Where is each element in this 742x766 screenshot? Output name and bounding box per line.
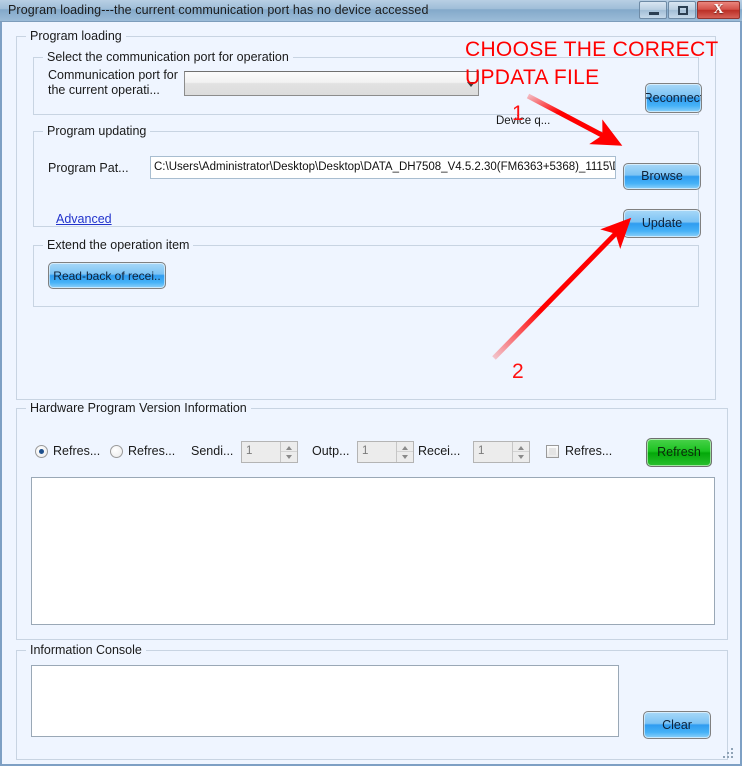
group-select-port-legend: Select the communication port for operat…: [43, 50, 293, 64]
stepper-up-icon[interactable]: [513, 442, 529, 452]
group-extend-operation-legend: Extend the operation item: [43, 238, 194, 252]
application-window: Program loading---the current communicat…: [0, 0, 742, 766]
readback-receiver-button[interactable]: Read-back of recei..: [48, 262, 166, 289]
hardware-output-textarea[interactable]: [31, 477, 715, 625]
radio-refresh-mode-2-label: Refres...: [128, 444, 176, 458]
program-path-input[interactable]: C:\Users\Administrator\Desktop\Desktop\D…: [150, 156, 616, 179]
output-stepper[interactable]: 1: [357, 441, 414, 463]
sending-stepper-buttons[interactable]: [280, 442, 297, 462]
maximize-icon: [678, 6, 688, 15]
group-extend-operation: Extend the operation item Read-back of r…: [33, 238, 699, 307]
radio-refresh-mode-1[interactable]: [35, 445, 48, 458]
update-button[interactable]: Update: [623, 209, 701, 238]
browse-button[interactable]: Browse: [623, 163, 701, 190]
output-stepper-value: 1: [362, 445, 369, 457]
window-title: Program loading---the current communicat…: [8, 3, 429, 17]
stepper-down-icon[interactable]: [513, 452, 529, 462]
close-button[interactable]: X: [697, 1, 740, 19]
radio-refresh-mode-2[interactable]: [110, 445, 123, 458]
sending-label: Sendi...: [191, 444, 234, 458]
sending-stepper-value: 1: [246, 445, 253, 457]
output-stepper-buttons[interactable]: [396, 442, 413, 462]
client-area: Program loading Select the communication…: [0, 22, 742, 766]
group-information-console: Information Console Clear: [16, 643, 728, 760]
stepper-up-icon[interactable]: [281, 442, 297, 452]
maximize-button[interactable]: [668, 1, 696, 19]
receive-label: Recei...: [418, 444, 461, 458]
stepper-up-icon[interactable]: [397, 442, 413, 452]
device-query-label: Device q...: [496, 115, 551, 127]
refresh-auto-checkbox-label: Refres...: [565, 444, 613, 458]
refresh-button[interactable]: Refresh: [646, 438, 712, 467]
group-program-loading-legend: Program loading: [26, 29, 126, 43]
program-path-label: Program Pat...: [48, 161, 129, 175]
close-icon: X: [713, 2, 724, 17]
clear-button[interactable]: Clear: [643, 711, 711, 739]
stepper-down-icon[interactable]: [281, 452, 297, 462]
group-select-port: Select the communication port for operat…: [33, 50, 699, 127]
chevron-down-icon: [467, 81, 475, 87]
console-textarea[interactable]: [31, 665, 619, 737]
output-label: Outp...: [312, 444, 350, 458]
advanced-link[interactable]: Advanced: [56, 212, 112, 226]
resize-grip[interactable]: [722, 747, 735, 760]
receive-stepper-buttons[interactable]: [512, 442, 529, 462]
communication-port-combo[interactable]: [184, 71, 479, 96]
window-controls: X: [639, 1, 740, 19]
minimize-button[interactable]: [639, 1, 667, 19]
group-hardware-version: Hardware Program Version Information Ref…: [16, 401, 728, 640]
group-program-updating: Program updating Program Pat... C:\Users…: [33, 124, 699, 227]
sending-stepper[interactable]: 1: [241, 441, 298, 463]
group-program-loading: Program loading Select the communication…: [16, 29, 716, 400]
receive-stepper[interactable]: 1: [473, 441, 530, 463]
minimize-icon: [649, 12, 659, 15]
stepper-down-icon[interactable]: [397, 452, 413, 462]
reconnect-button[interactable]: Reconnect: [645, 83, 702, 113]
refresh-auto-checkbox[interactable]: [546, 445, 559, 458]
group-program-updating-legend: Program updating: [43, 124, 151, 138]
group-hardware-version-legend: Hardware Program Version Information: [26, 401, 251, 415]
title-bar[interactable]: Program loading---the current communicat…: [0, 0, 742, 22]
radio-refresh-mode-1-label: Refres...: [53, 444, 101, 458]
receive-stepper-value: 1: [478, 445, 485, 457]
communication-port-label: Communication port for the current opera…: [48, 68, 178, 97]
group-information-console-legend: Information Console: [26, 643, 146, 657]
